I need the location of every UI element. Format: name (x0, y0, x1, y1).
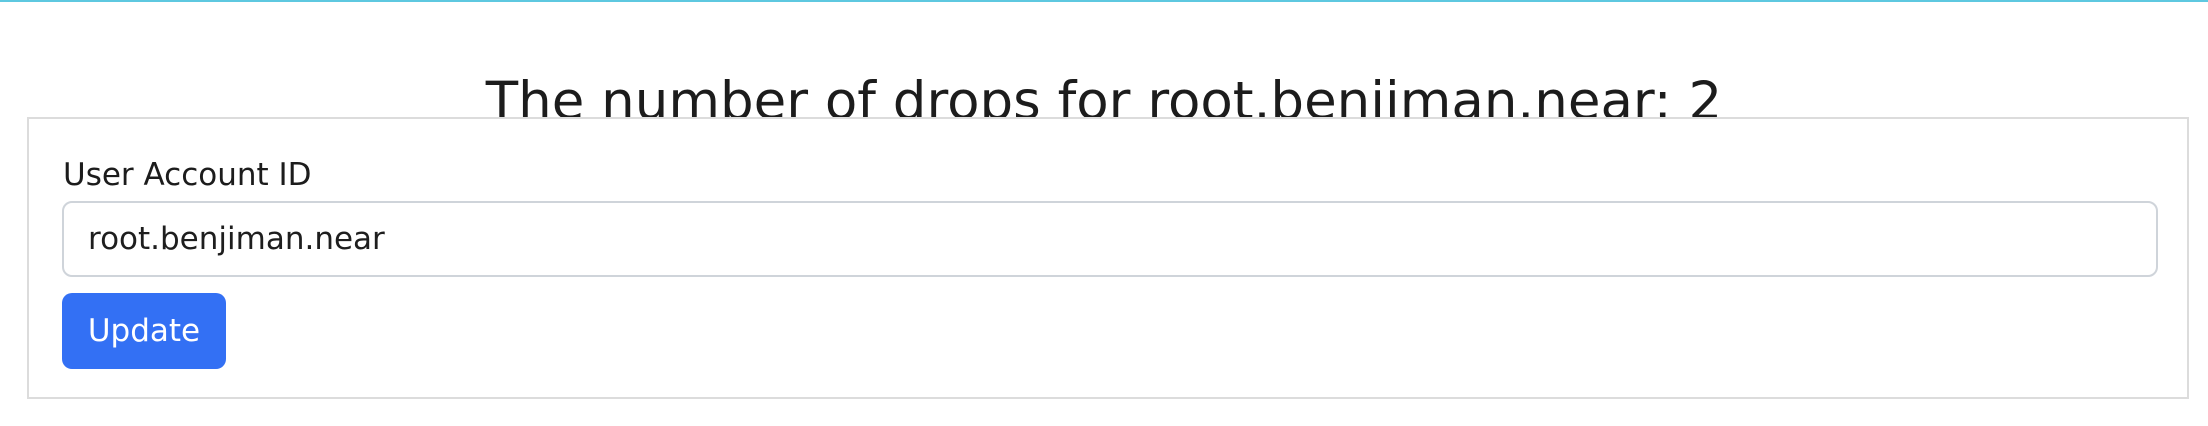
top-accent-line (0, 0, 2208, 2)
update-button[interactable]: Update (62, 293, 226, 369)
account-form-panel: User Account ID Update (27, 117, 2189, 399)
account-id-input[interactable] (62, 201, 2158, 277)
account-id-label: User Account ID (63, 157, 312, 193)
